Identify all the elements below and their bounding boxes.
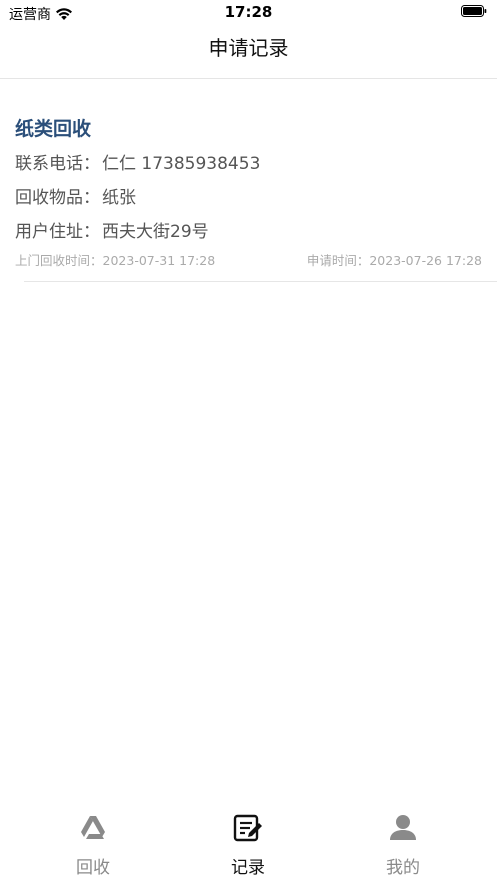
pickup-label: 上门回收时间：	[15, 253, 103, 268]
edit-record-icon	[233, 814, 262, 842]
record-item-row: 回收物品： 纸张	[15, 183, 136, 208]
record-address-row: 用户住址： 西夫大街29号	[15, 217, 209, 242]
tab-recycle-label: 回收	[76, 858, 110, 878]
recycle-icon	[81, 816, 105, 839]
tab-mine-label: 我的	[386, 858, 420, 878]
pickup-time-row: 上门回收时间：2023-07-31 17:28	[15, 250, 215, 269]
item-value: 纸张	[102, 188, 136, 208]
record-category: 纸类回收	[15, 118, 92, 140]
tab-recycle[interactable]: 回收	[43, 812, 143, 880]
apply-time: 2023-07-26 17:28	[369, 253, 482, 268]
pickup-time: 2023-07-31 17:28	[102, 253, 216, 268]
nav-bar: 申请记录	[0, 26, 497, 79]
apply-time-row: 申请时间：2023-07-26 17:28	[307, 250, 482, 269]
tab-records[interactable]: 记录	[198, 812, 298, 880]
status-time: 17:28	[224, 3, 273, 21]
address-value: 西夫大街29号	[102, 222, 209, 242]
apply-label: 申请时间：	[306, 253, 370, 268]
item-label: 回收物品：	[15, 188, 100, 208]
address-label: 用户住址：	[15, 222, 100, 242]
record-divider	[24, 281, 497, 282]
status-bar: 运营商 17:28	[0, 0, 497, 26]
phone-value: 仁仁 17385938453	[102, 154, 261, 174]
phone-label: 联系电话：	[15, 154, 100, 174]
user-icon	[390, 815, 416, 840]
tab-mine[interactable]: 我的	[353, 812, 453, 880]
record-phone-row: 联系电话： 仁仁 17385938453	[15, 149, 260, 174]
tab-records-label: 记录	[231, 858, 265, 878]
battery-icon	[461, 5, 487, 17]
page-title: 申请记录	[208, 36, 289, 60]
tab-bar: 回收 记录 我的	[0, 800, 497, 883]
